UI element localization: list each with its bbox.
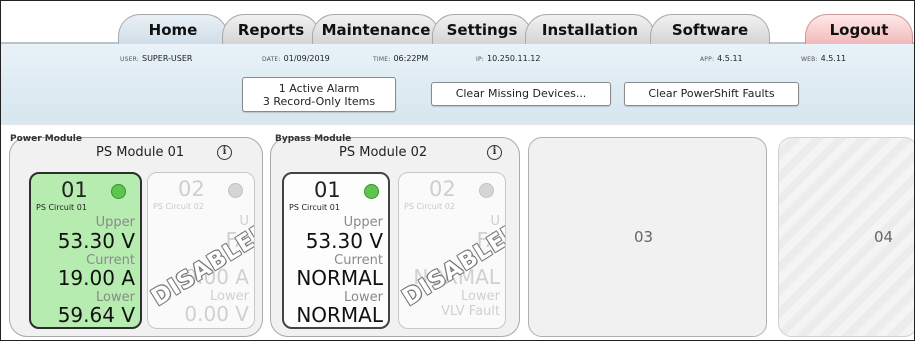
tab-settings[interactable]: Settings: [432, 14, 532, 44]
bypass-circuit-02-card[interactable]: 02 PS Circuit 02 U FA NORMAL Lower VLV F…: [398, 172, 506, 329]
circuit-name: PS Circuit 01: [289, 203, 340, 212]
date-value: 01/09/2019: [283, 54, 330, 63]
alarm-summary-button[interactable]: 1 Active Alarm 3 Record-Only Items: [242, 77, 396, 112]
app-label: APP:: [700, 56, 715, 63]
ip-info: IP: 10.250.11.12: [476, 54, 540, 63]
info-icon[interactable]: i: [217, 145, 232, 160]
user-value: SUPER-USER: [142, 54, 193, 63]
clear-missing-devices-button[interactable]: Clear Missing Devices...: [431, 82, 611, 106]
date-label: DATE:: [262, 56, 281, 63]
status-ok-icon: [364, 184, 379, 199]
lower-value: 0.00 V: [184, 302, 249, 326]
power-module-title: PS Module 01: [96, 145, 185, 160]
app-version: 4.5.11: [717, 54, 743, 63]
tab-software[interactable]: Software: [650, 14, 770, 44]
lower-value: 59.64 V: [57, 303, 135, 327]
circuit-name: PS Circuit 02: [153, 202, 204, 211]
tab-logout[interactable]: Logout: [805, 14, 913, 44]
ip-label: IP:: [476, 56, 485, 63]
upper-label: Upper: [343, 215, 383, 230]
tab-installation[interactable]: Installation: [525, 14, 655, 44]
upper-label: Upper: [95, 215, 135, 230]
time-label: TIME:: [373, 56, 391, 63]
circuit-name: PS Circuit 02: [404, 202, 455, 211]
current-value: 19.00 A: [57, 266, 135, 290]
ps-circuit-02-card[interactable]: 02 PS Circuit 02 U FA 0.00 A Lower 0.00 …: [147, 172, 255, 329]
web-version-info: WEB: 4.5.11: [801, 54, 846, 63]
slot-label: 03: [634, 228, 654, 246]
app-version-info: APP: 4.5.11: [700, 54, 743, 63]
module-slot-04[interactable]: 04: [778, 137, 915, 337]
info-icon[interactable]: i: [487, 145, 502, 160]
ps-circuit-01-card[interactable]: 01 PS Circuit 01 Upper 53.30 V Current 1…: [29, 172, 142, 329]
user-info: USER: SUPER-USER: [120, 54, 192, 63]
status-disabled-icon: [479, 183, 494, 198]
user-label: USER:: [120, 56, 139, 63]
lower-label: Lower: [461, 289, 500, 304]
time-info: TIME: 06:22PM: [373, 54, 428, 63]
header-divider: [0, 121, 915, 125]
lower-value: NORMAL: [296, 303, 383, 327]
main-tab-bar: Home Reports Maintenance Settings Instal…: [0, 0, 915, 45]
status-disabled-icon: [228, 183, 243, 198]
lower-value: VLV Fault: [441, 304, 500, 319]
date-info: DATE: 01/09/2019: [262, 54, 330, 63]
time-value: 06:22PM: [393, 54, 429, 63]
web-label: WEB:: [801, 56, 818, 63]
bypass-circuit-01-card[interactable]: 01 PS Circuit 01 Upper 53.30 V Current N…: [282, 172, 390, 329]
upper-value: 53.30 V: [305, 229, 383, 253]
circuit-name: PS Circuit 01: [36, 203, 87, 212]
bypass-module-category: Bypass Module: [275, 134, 352, 144]
slot-label: 04: [874, 228, 894, 246]
current-value: NORMAL: [296, 266, 383, 290]
power-module-category: Power Module: [10, 134, 82, 144]
active-alarm-count: 1 Active Alarm: [278, 82, 360, 95]
tab-maintenance[interactable]: Maintenance: [312, 14, 440, 44]
status-header: USER: SUPER-USER DATE: 01/09/2019 TIME: 06:…: [0, 44, 915, 122]
bypass-module-title: PS Module 02: [339, 145, 428, 160]
module-slot-03[interactable]: 03: [528, 137, 767, 337]
ip-value: 10.250.11.12: [487, 54, 541, 63]
upper-value: 53.30 V: [57, 229, 135, 253]
tab-home[interactable]: Home: [118, 14, 228, 45]
tab-reports[interactable]: Reports: [222, 14, 320, 44]
status-ok-icon: [111, 184, 126, 199]
web-version: 4.5.11: [820, 54, 847, 63]
clear-powershift-faults-button[interactable]: Clear PowerShift Faults: [624, 82, 799, 106]
record-only-count: 3 Record-Only Items: [262, 95, 376, 108]
